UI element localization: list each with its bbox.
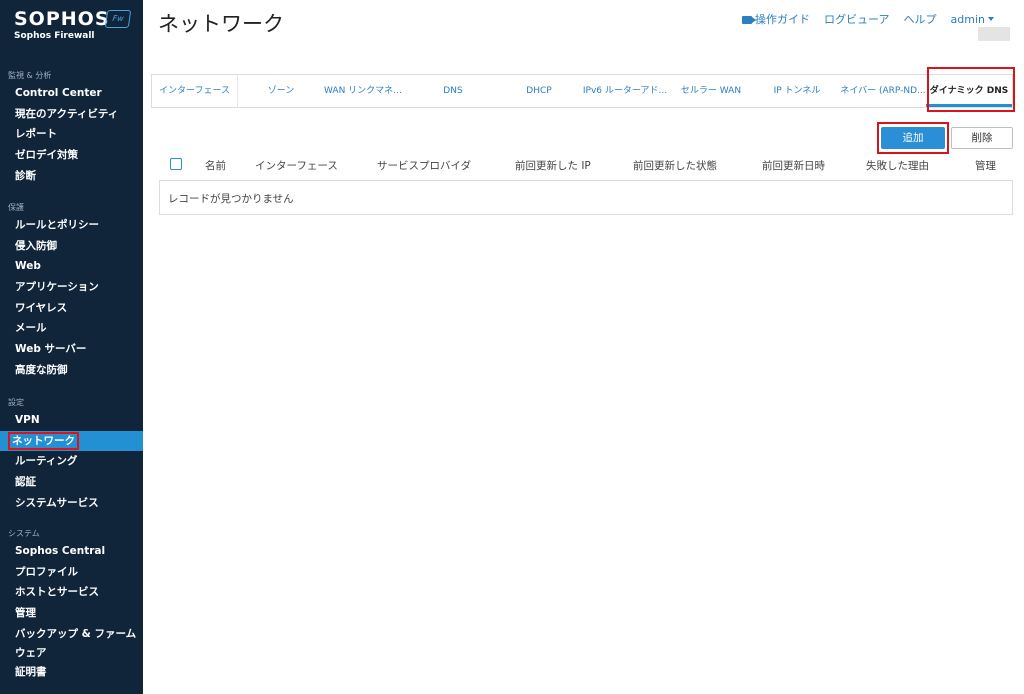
sidebar-item-web-server[interactable]: Web サーバー bbox=[0, 339, 143, 360]
user-info-box bbox=[978, 27, 1010, 41]
sidebar-item-web[interactable]: Web bbox=[0, 256, 143, 277]
top-links: 操作ガイド ログビューア ヘルプ admin bbox=[741, 11, 994, 27]
add-button[interactable]: 追加 bbox=[881, 127, 945, 149]
sidebar: SOPHOS Fw Sophos Firewall 監視 & 分析 Contro… bbox=[0, 0, 143, 694]
tab-wan-link-manager[interactable]: WAN リンクマネー... bbox=[324, 75, 410, 107]
sidebar-item-wireless[interactable]: ワイヤレス bbox=[0, 298, 143, 319]
column-header-last-updated-time[interactable]: 前回更新日時 bbox=[762, 158, 825, 173]
tab-dhcp[interactable]: DHCP bbox=[496, 75, 582, 107]
tab-ip-tunnel[interactable]: IP トンネル bbox=[754, 75, 840, 107]
section-title: システム bbox=[8, 529, 40, 538]
sophos-logo[interactable]: SOPHOS Fw Sophos Firewall bbox=[14, 8, 134, 48]
tab-highlight-frame bbox=[927, 67, 1015, 112]
sidebar-item-system-services[interactable]: システムサービス bbox=[0, 493, 143, 514]
column-header-interface[interactable]: インターフェース bbox=[255, 158, 338, 173]
user-menu[interactable]: admin bbox=[951, 13, 994, 26]
sidebar-item-zero-day[interactable]: ゼロデイ対策 bbox=[0, 145, 143, 166]
sidebar-item-network[interactable]: ネットワーク bbox=[0, 430, 143, 452]
column-header-failure-reason[interactable]: 失敗した理由 bbox=[866, 158, 929, 173]
table-body: レコードが見つかりません bbox=[159, 180, 1013, 215]
sidebar-item-advanced-protection[interactable]: 高度な防御 bbox=[0, 360, 143, 381]
sidebar-item-applications[interactable]: アプリケーション bbox=[0, 277, 143, 298]
product-name: Sophos Firewall bbox=[14, 31, 95, 41]
column-header-manage: 管理 bbox=[975, 160, 996, 172]
fw-badge-icon: Fw bbox=[104, 10, 132, 28]
chevron-down-icon bbox=[988, 16, 994, 21]
tab-dns[interactable]: DNS bbox=[410, 75, 496, 107]
tab-neighbors[interactable]: ネイバー (ARP-ND... bbox=[840, 75, 926, 107]
nav-section-monitor: 監視 & 分析 Control Center 現在のアクティビティ レポート ゼ… bbox=[0, 69, 143, 186]
tab-zones[interactable]: ゾーン bbox=[238, 75, 324, 107]
table-header: 名前 インターフェース サービスプロバイダ 前回更新した IP 前回更新した状態… bbox=[159, 152, 1013, 180]
column-header-service-provider[interactable]: サービスプロバイダ bbox=[377, 158, 471, 173]
tab-cellular-wan[interactable]: セルラー WAN bbox=[668, 75, 754, 107]
sidebar-item-reports[interactable]: レポート bbox=[0, 124, 143, 145]
section-title: 保護 bbox=[8, 203, 24, 212]
sidebar-item-rules-policies[interactable]: ルールとポリシー bbox=[0, 215, 143, 236]
nav-section-protect: 保護 ルールとポリシー 侵入防御 Web アプリケーション ワイヤレス メール … bbox=[0, 201, 143, 381]
tab-ipv6-router-advertisement[interactable]: IPv6 ルーターアド... bbox=[582, 75, 668, 107]
sidebar-item-diagnostics[interactable]: 診断 bbox=[0, 166, 143, 187]
video-camera-icon bbox=[741, 16, 756, 24]
section-title: 監視 & 分析 bbox=[8, 71, 52, 80]
page-title: ネットワーク bbox=[158, 12, 284, 36]
log-viewer-link[interactable]: ログビューア bbox=[824, 11, 890, 27]
sidebar-item-routing[interactable]: ルーティング bbox=[0, 451, 143, 472]
username: admin bbox=[950, 12, 985, 26]
sidebar-item-administration[interactable]: 管理 bbox=[0, 603, 143, 624]
sidebar-item-current-activity[interactable]: 現在のアクティビティ bbox=[0, 104, 143, 125]
sidebar-item-profiles[interactable]: プロファイル bbox=[0, 562, 143, 583]
sidebar-item-hosts-services[interactable]: ホストとサービス bbox=[0, 582, 143, 603]
column-header-last-update-status[interactable]: 前回更新した状態 bbox=[633, 158, 717, 173]
nav-section-system: システム Sophos Central プロファイル ホストとサービス 管理 バ… bbox=[0, 527, 143, 682]
sidebar-item-certificates[interactable]: 証明書 bbox=[0, 662, 143, 683]
sidebar-item-intrusion-prevention[interactable]: 侵入防御 bbox=[0, 236, 143, 257]
nav-section-configure: 設定 VPN ネットワーク ルーティング 認証 システムサービス bbox=[0, 396, 143, 513]
sidebar-item-sophos-central[interactable]: Sophos Central bbox=[0, 541, 143, 562]
guide-link[interactable]: 操作ガイド bbox=[741, 11, 810, 27]
column-header-last-updated-ip[interactable]: 前回更新した IP bbox=[515, 158, 591, 173]
help-link[interactable]: ヘルプ bbox=[904, 11, 937, 27]
sidebar-item-control-center[interactable]: Control Center bbox=[0, 83, 143, 104]
select-all-checkbox[interactable] bbox=[170, 158, 182, 170]
column-header-name[interactable]: 名前 bbox=[205, 158, 226, 173]
empty-records-message: レコードが見つかりません bbox=[168, 193, 294, 205]
app-window: SOPHOS Fw Sophos Firewall 監視 & 分析 Contro… bbox=[0, 0, 1024, 694]
sidebar-item-backup-firmware[interactable]: バックアップ & ファームウェア bbox=[0, 624, 143, 662]
tab-interfaces[interactable]: インターフェース bbox=[152, 75, 238, 107]
delete-button[interactable]: 削除 bbox=[951, 127, 1013, 149]
section-title: 設定 bbox=[8, 398, 24, 407]
sidebar-item-vpn[interactable]: VPN bbox=[0, 410, 143, 431]
sidebar-item-email[interactable]: メール bbox=[0, 318, 143, 339]
sidebar-item-authentication[interactable]: 認証 bbox=[0, 472, 143, 493]
tab-bar: インターフェース ゾーン WAN リンクマネー... DNS DHCP IPv6… bbox=[151, 74, 1013, 108]
